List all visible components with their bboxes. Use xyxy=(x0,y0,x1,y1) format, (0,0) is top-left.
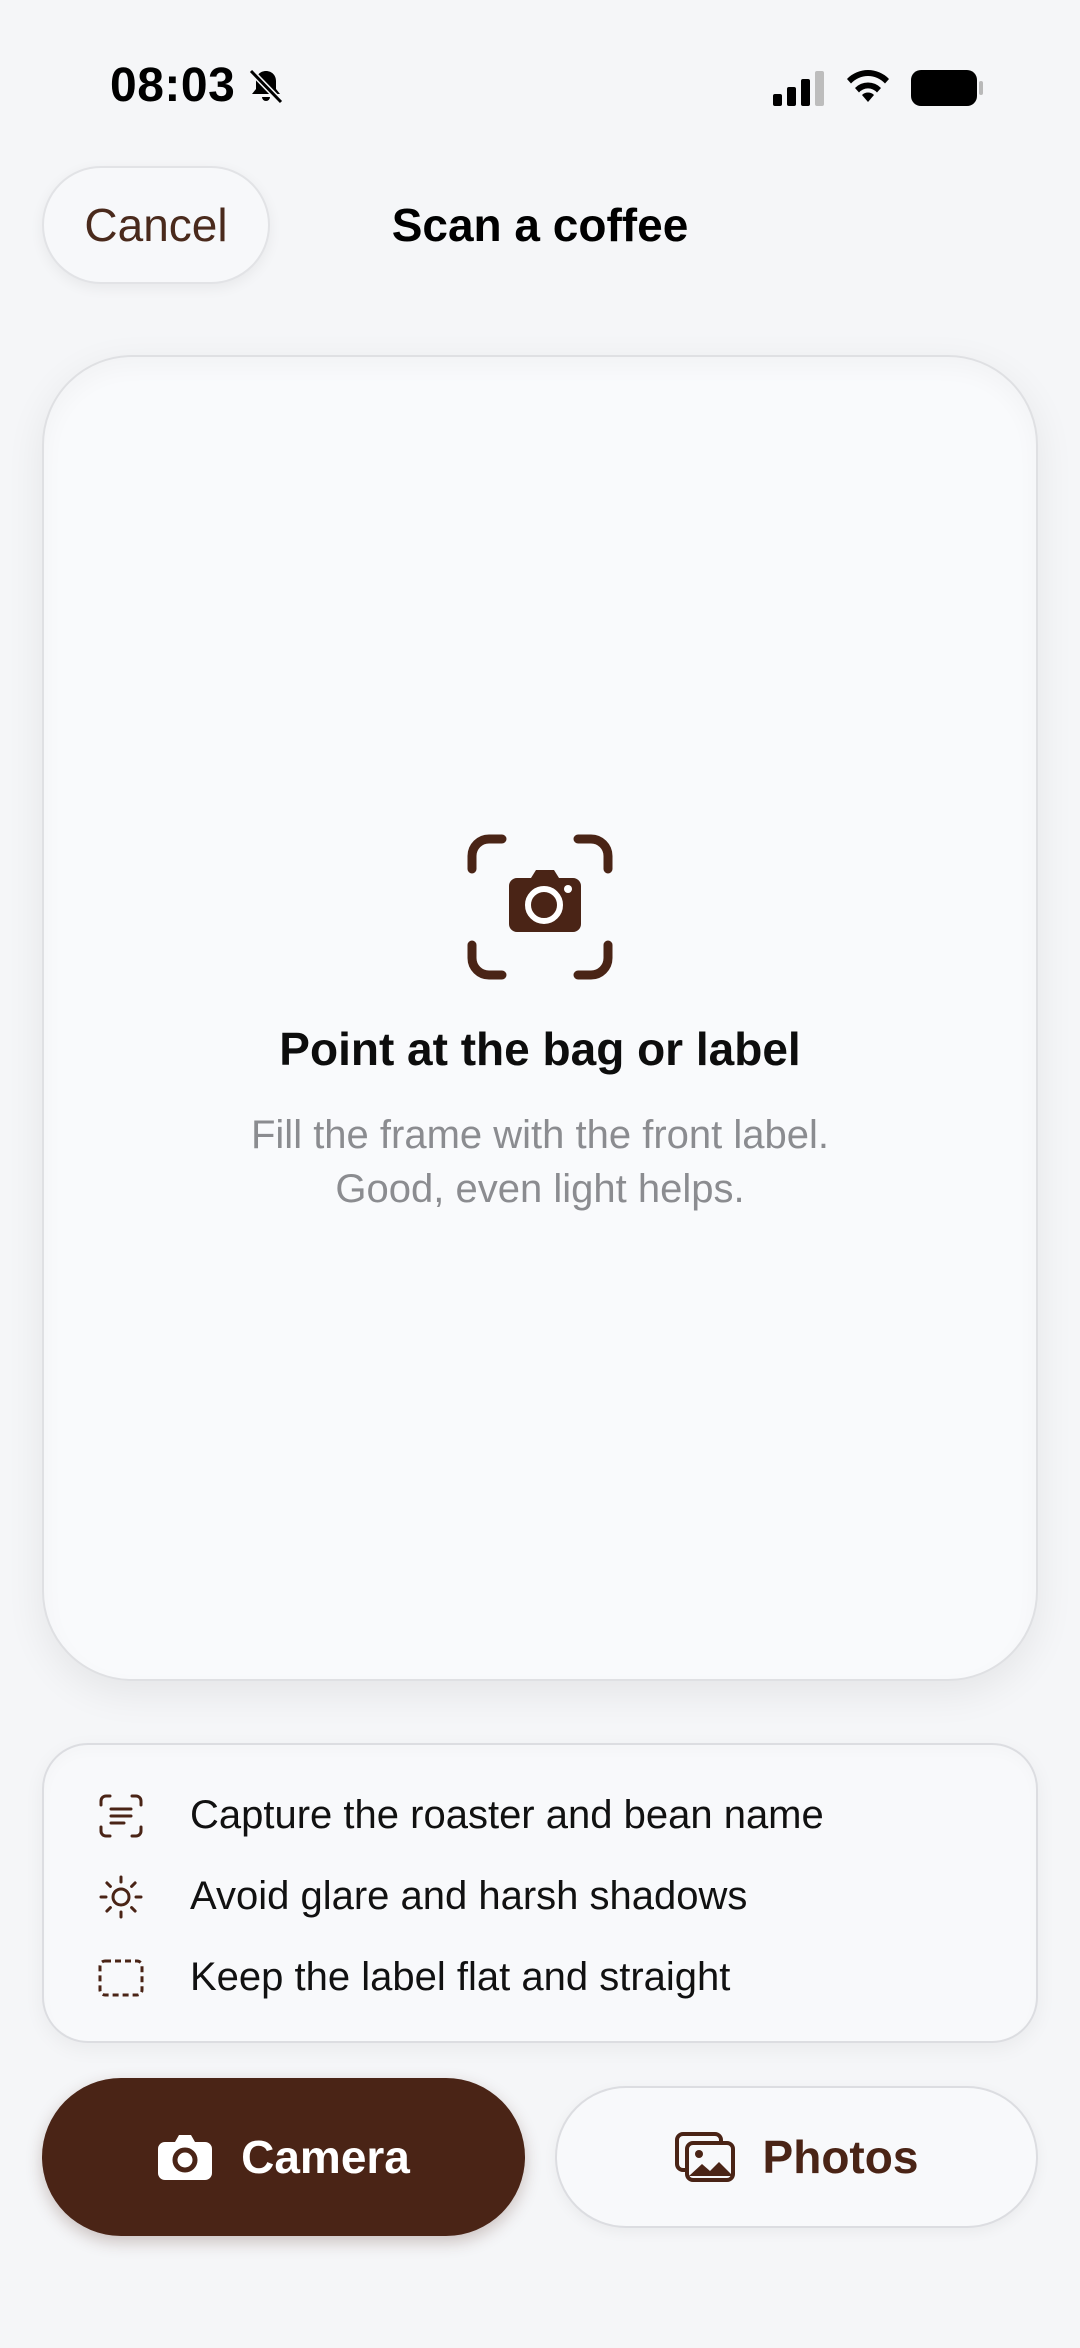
scan-frame-subtitle-line: Good, even light helps. xyxy=(335,1167,745,1211)
scan-frame-title: Point at the bag or label xyxy=(279,1023,801,1075)
dashed-rectangle-icon xyxy=(98,1959,144,1997)
scan-frame xyxy=(42,355,1038,1681)
camera-button-label: Camera xyxy=(241,2131,410,2183)
status-time: 08:03 xyxy=(110,59,236,112)
tip-item: Capture the roaster and bean name xyxy=(44,1775,1040,1855)
photos-icon xyxy=(674,2132,735,2182)
scan-frame-subtitle: Fill the frame with the front label. Goo… xyxy=(0,1108,1080,1216)
sun-icon xyxy=(99,1875,143,1919)
text-viewfinder-icon xyxy=(99,1794,143,1838)
tip-item: Avoid glare and harsh shadows xyxy=(44,1856,1040,1936)
photos-button[interactable]: Photos xyxy=(555,2086,1038,2228)
tip-label: Keep the label flat and straight xyxy=(190,1955,731,1999)
scan-frame-subtitle-line: Fill the frame with the front label. xyxy=(250,1113,830,1157)
cellular-signal-icon xyxy=(773,71,824,106)
wifi-icon xyxy=(847,70,889,102)
battery-icon xyxy=(911,70,983,106)
tip-label: Avoid glare and harsh shadows xyxy=(190,1874,748,1918)
camera-icon xyxy=(158,2135,213,2180)
page-title: Scan a coffee xyxy=(391,199,689,251)
bell-slash-icon xyxy=(248,68,284,105)
photos-button-label: Photos xyxy=(762,2131,919,2183)
tip-label: Capture the roaster and bean name xyxy=(190,1793,824,1837)
status-bar: 08:03 xyxy=(0,0,1080,180)
tips-card: Capture the roaster and bean name Avoid … xyxy=(42,1743,1038,2043)
tip-item: Keep the label flat and straight xyxy=(44,1937,1040,2017)
camera-viewfinder-icon xyxy=(467,834,613,980)
camera-button[interactable]: Camera xyxy=(42,2078,525,2236)
